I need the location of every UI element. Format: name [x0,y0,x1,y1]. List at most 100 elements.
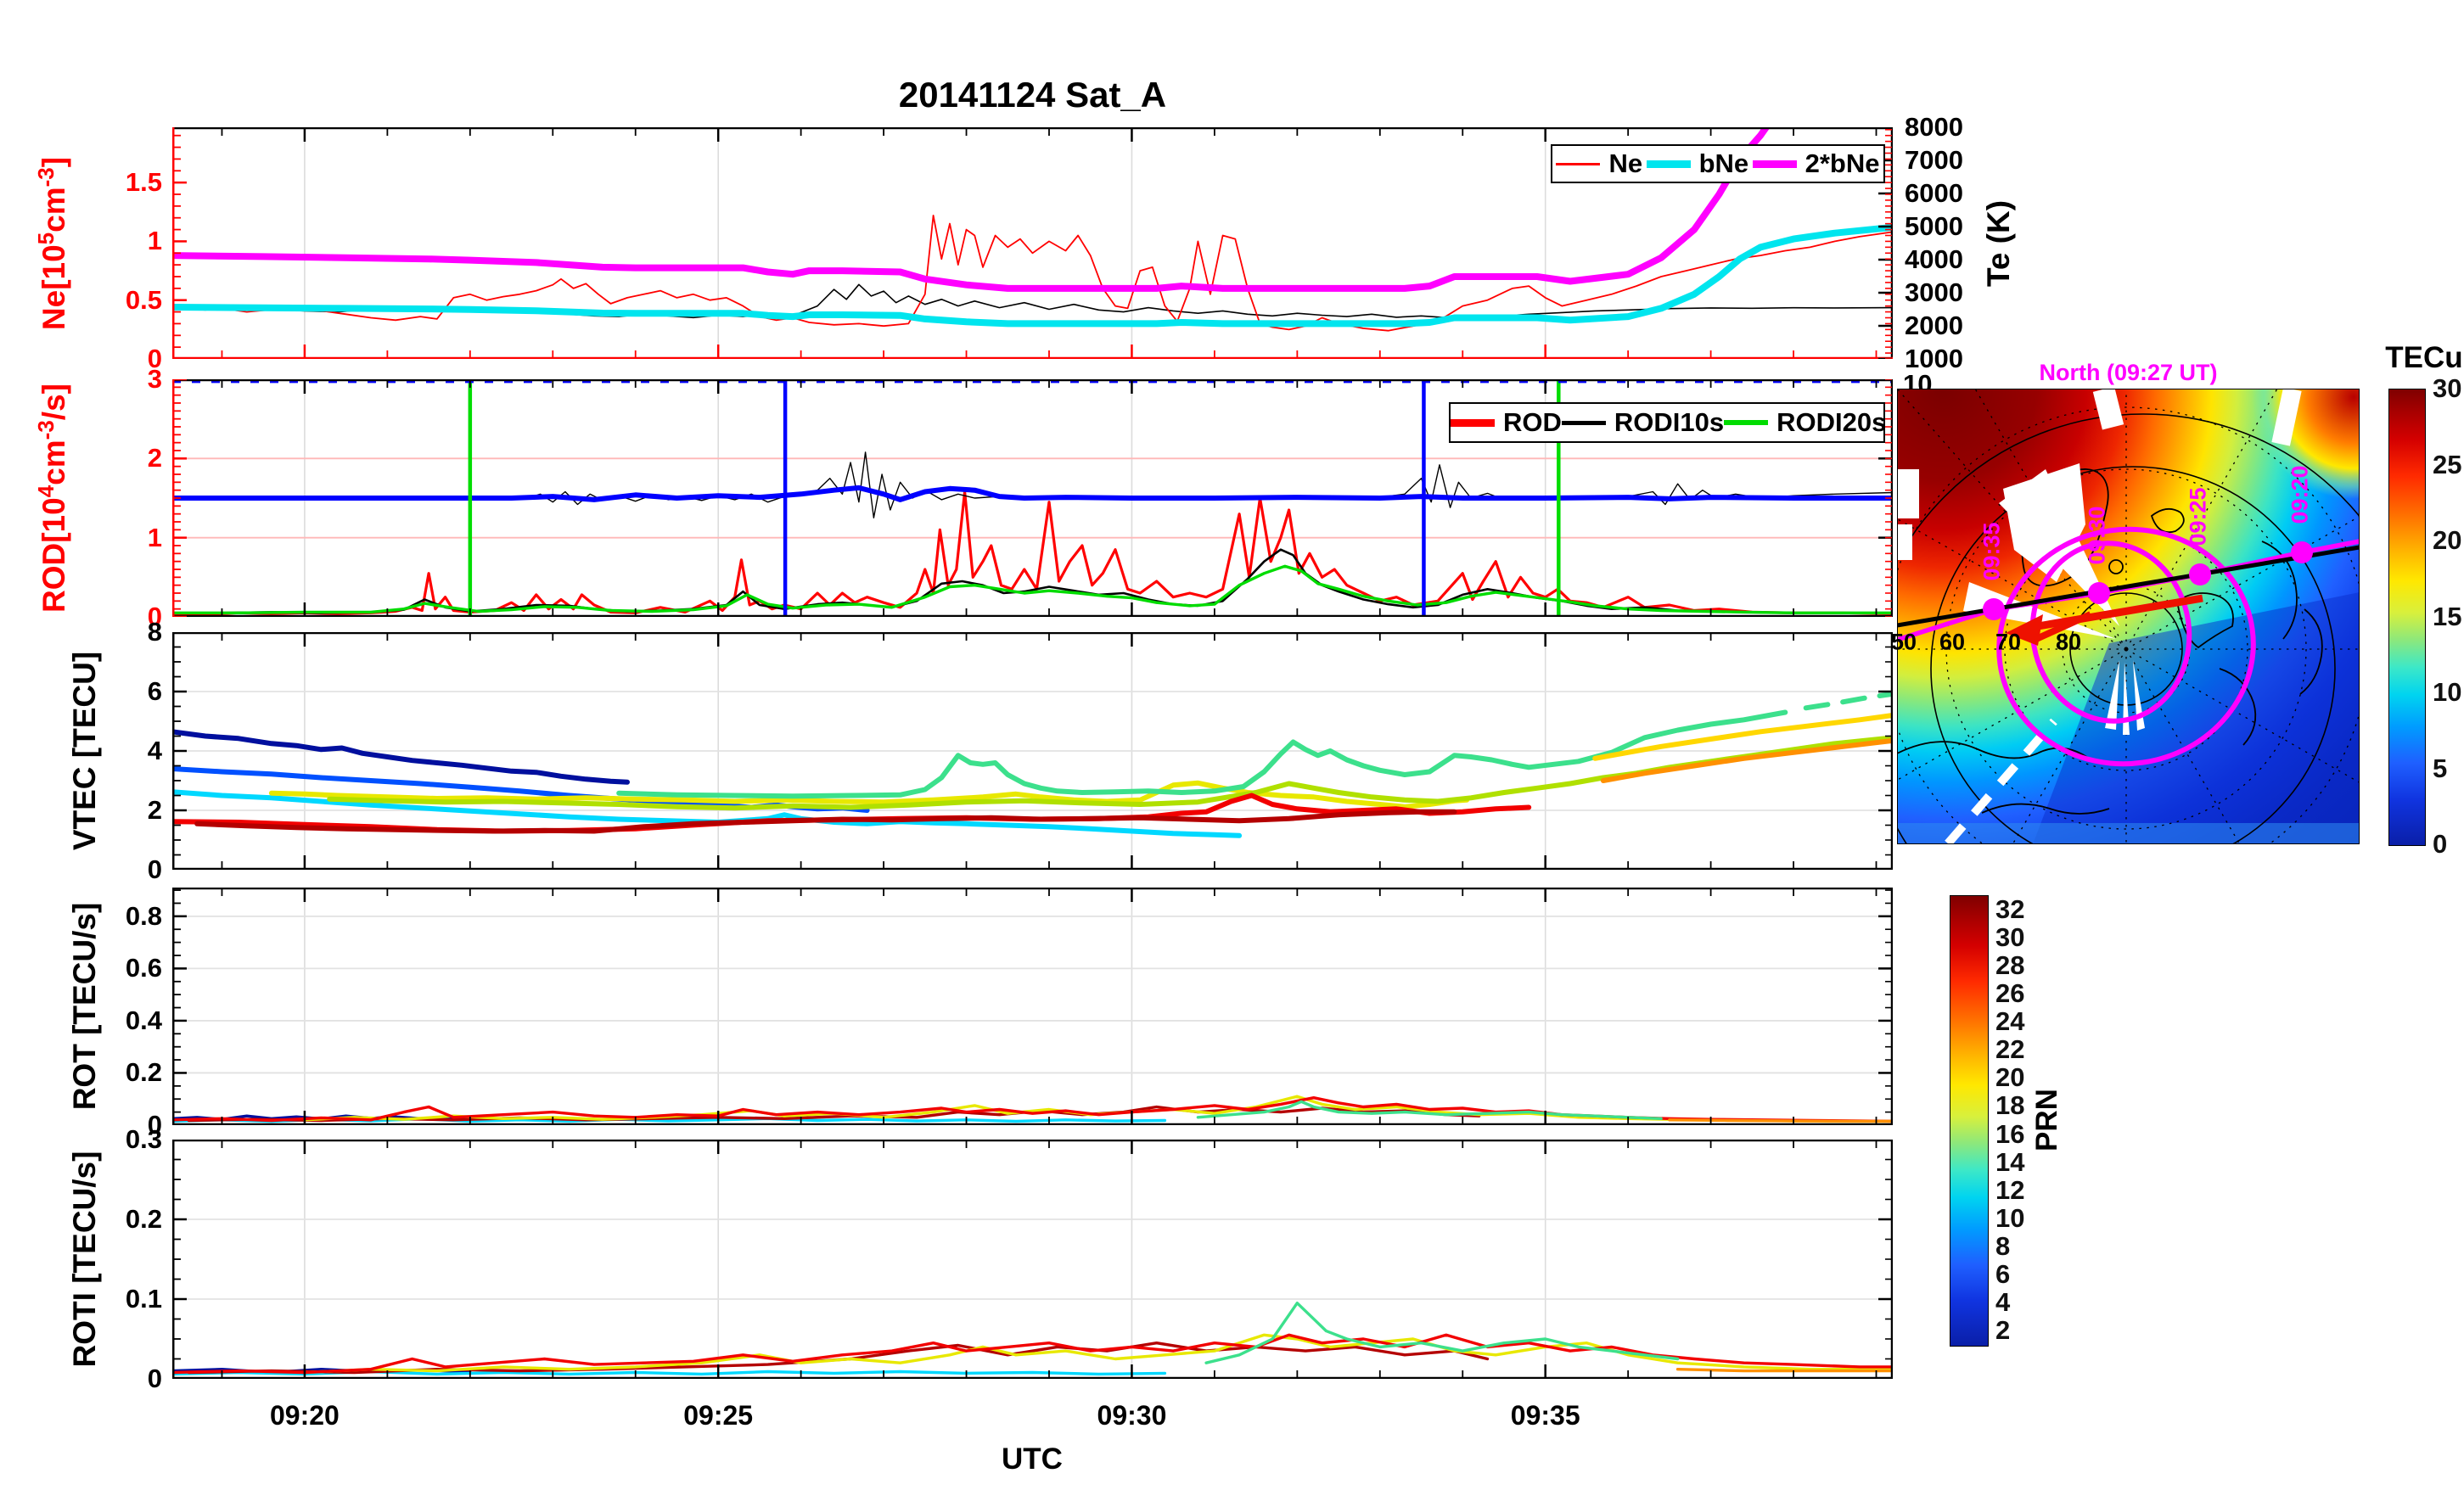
legend-label: bNe [1698,148,1749,178]
prn-colorbar-label: PRN [2030,1089,2063,1151]
tick-label: 6 [1995,1258,2011,1289]
legend-item: RODI20s [1724,407,1886,438]
map-track-time-label: 09:30 [2084,506,2110,565]
tick-label: 0.2 [125,1057,162,1088]
figure: 20141124 Sat_A Ne bNe 2*bNe ROD RODI10s RODI… [0,0,2464,1490]
y-axis-label: ROD[104cm-3/s] [32,384,72,613]
tick-label: 14 [1995,1146,2025,1177]
tick-label: 30 [1995,922,2025,953]
tick-label: 7000 [1905,145,1963,175]
legend-label: RODI20s [1776,407,1887,437]
tick-label: 0.4 [125,1005,162,1035]
tick-label: 2 [1995,1315,2011,1345]
tick-label: 24 [1995,1006,2025,1037]
legend-ne: Ne bNe 2*bNe [1551,144,1885,183]
tick-label: 0 [2433,829,2448,859]
data-series [172,485,1893,502]
tick-label: 09:20 [270,1400,340,1431]
map-track-time-label: 09:25 [2185,487,2211,546]
legend-swatch [1752,160,1797,168]
data-series [1803,691,1893,711]
map-lat-label: 80 [2055,629,2082,655]
tick-label: 30 [2433,373,2462,403]
legend-item: Ne [1556,148,1642,179]
legend-label: ROD [1503,407,1562,437]
tick-label: 0 [147,854,162,884]
tecu-colorbar [2388,389,2426,846]
te-axis-label: Te (K) [1981,199,2016,287]
tick-label: 20 [1995,1062,2025,1093]
tick-label: 3000 [1905,277,1963,307]
map-lat-label: 60 [1939,629,1966,655]
panel-roti [172,1140,1893,1379]
legend-item: ROD [1451,407,1562,438]
map-title: North (09:27 UT) [2039,360,2218,385]
legend-swatch [1724,420,1769,425]
legend-swatch [1646,160,1691,168]
tick-label: 6000 [1905,178,1963,208]
tick-label: 25 [2433,449,2462,479]
polar-tec-map [1897,389,2360,844]
tick-label: 32 [1995,894,2025,924]
data-series [172,127,1771,292]
tick-label: 0.1 [125,1284,162,1314]
tick-label: 4000 [1905,244,1963,274]
tecu-colorbar-title: TECu [2385,341,2463,374]
tick-label: 8000 [1905,112,1963,142]
tick-label: 0.3 [125,1124,162,1154]
tick-label: 10 [1995,1202,2025,1233]
data-series [172,490,1893,616]
y-axis-label: VTEC [TECU] [67,651,102,851]
tick-label: 10 [2433,677,2462,707]
tick-label: 4 [1995,1286,2011,1317]
legend-swatch [1556,162,1601,165]
legend-label: RODI10s [1614,407,1725,437]
tick-label: 0.5 [125,284,162,315]
tick-label: 12 [1995,1174,2025,1205]
tick-label: 0.8 [125,900,162,931]
tick-label: 3 [147,364,162,394]
tick-label: 8 [1995,1230,2011,1261]
tick-label: 4 [147,736,162,765]
legend-item: bNe [1646,148,1749,179]
tick-label: 2 [147,443,162,473]
tick-label: 0.2 [125,1204,162,1234]
tick-label: 5000 [1905,211,1963,241]
data-series [194,809,1457,834]
legend-item: RODI10s [1561,407,1725,438]
legend-label: Ne [1608,148,1643,178]
legend-item: 2*bNe [1752,148,1880,179]
tick-label: 2000 [1905,311,1963,340]
map-lat-label: 50 [1890,629,1917,655]
legend-swatch [1561,420,1606,425]
panel-vtec [172,632,1893,870]
tick-label: 22 [1995,1034,2025,1065]
tick-label: 2 [147,795,162,825]
tick-label: 09:30 [1097,1400,1167,1431]
tick-label: 1.5 [125,167,162,198]
data-series [527,451,1893,519]
tick-label: 18 [1995,1090,2025,1121]
map-track-time-label: 09:20 [2287,465,2313,524]
panel-rot [172,888,1893,1125]
tick-label: 09:25 [683,1400,754,1431]
data-series [1675,1368,1893,1373]
y-axis-label: Ne[105cm-3] [32,156,72,330]
tick-label: 09:35 [1510,1400,1580,1431]
tick-label: 26 [1995,978,2025,1009]
tick-label: 8 [147,617,162,647]
x-axis-label: UTC [1002,1442,1063,1476]
tick-label: 1 [147,226,162,256]
tick-label: 0.6 [125,953,162,983]
map-track-time-label: 09:35 [1978,522,2005,581]
tick-label: 28 [1995,950,2025,981]
y-axis-label: ROT [TECU/s] [67,902,102,1111]
data-series [1668,1118,1893,1123]
legend-swatch [1451,418,1495,427]
tick-label: 20 [2433,525,2462,555]
tick-label: 16 [1995,1118,2025,1149]
data-series [187,1341,1490,1375]
tick-label: 15 [2433,601,2462,631]
data-series [1204,1301,1680,1364]
legend-label: 2*bNe [1805,148,1880,178]
